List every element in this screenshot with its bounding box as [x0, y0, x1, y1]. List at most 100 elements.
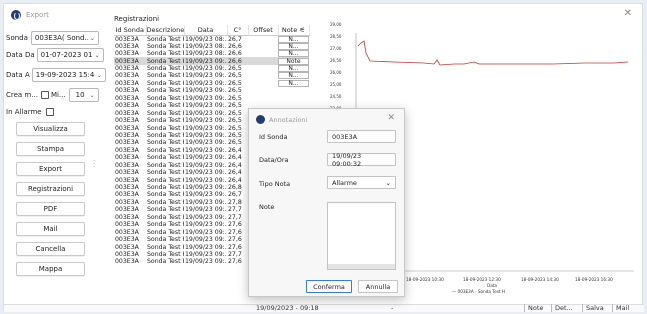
- note-button[interactable]: N...: [278, 65, 309, 73]
- cell-temp: 26,8: [228, 184, 242, 192]
- y-tick: 25,00: [330, 82, 342, 87]
- cell-descrizione: Sonda Test H: [147, 42, 184, 50]
- cell-data: 19/09/23 09:...: [185, 191, 227, 199]
- visualizza-button[interactable]: Visualizza: [16, 122, 85, 136]
- mail-status-button[interactable]: Mail: [612, 304, 629, 312]
- cell-temp: 26,7: [228, 35, 242, 43]
- cell-data: 19/09/23 09:...: [185, 243, 227, 251]
- cell-temp: 27,6: [228, 236, 242, 244]
- cell-descrizione: Sonda Test H: [147, 206, 184, 214]
- sonda-label: Sonda: [6, 34, 28, 42]
- cell-data: 19/09/23 09:...: [185, 139, 227, 147]
- cell-descrizione: Sonda Test H: [147, 117, 184, 125]
- cell-temp: 26,4: [228, 161, 242, 169]
- mappa-button[interactable]: Mappa: [16, 262, 85, 276]
- column-header-temp[interactable]: C°: [227, 25, 249, 36]
- allarme-checkbox[interactable]: [45, 108, 54, 116]
- data-ora-field[interactable]: 19/09/23 09:00:32: [327, 151, 396, 168]
- cell-id: 003E3A: [115, 94, 139, 102]
- data-da-picker[interactable]: 01-07-2023 01:00⌄: [36, 48, 104, 62]
- column-header-id[interactable]: Id Sonda: [114, 25, 147, 36]
- legend-swatch: —: [452, 289, 457, 294]
- cell-data: 19/09/23 09:...: [185, 228, 227, 236]
- cell-descrizione: Sonda Test H: [147, 50, 184, 58]
- note-button[interactable]: N...: [278, 72, 309, 80]
- data-a-picker[interactable]: 19-09-2023 15:40 ⌄: [31, 68, 106, 82]
- stampa-button[interactable]: Stampa: [16, 142, 85, 156]
- crea-checkbox[interactable]: [40, 91, 49, 99]
- cell-note: N...: [278, 72, 309, 80]
- mail-button[interactable]: Mail: [16, 222, 85, 236]
- x-tick: 18-09-2023 14:30: [521, 277, 559, 282]
- minutes-select[interactable]: 10 ⌄: [68, 88, 99, 102]
- table-row[interactable]: 003E3A Sonda Test H 19/09/23 09:... 26,6 Not…: [114, 57, 309, 65]
- table-row[interactable]: 003E3A Sonda Test H 19/09/23 09:... 26,5 N..…: [114, 79, 309, 87]
- cell-descrizione: Sonda Test H: [147, 124, 184, 132]
- cell-id: 003E3A: [115, 124, 139, 132]
- registrazioni-button[interactable]: Registrazioni: [16, 182, 85, 196]
- cell-descrizione: Sonda Test H: [147, 161, 184, 169]
- x-tick: 18-09-2023 16:30: [575, 277, 613, 282]
- cell-temp: 26,4: [228, 169, 242, 177]
- note-button[interactable]: Note: [524, 304, 543, 312]
- column-header-offset[interactable]: Offset: [248, 25, 279, 36]
- cell-temp: 27,7: [228, 213, 242, 221]
- note-button[interactable]: N...: [278, 50, 309, 58]
- annulla-button[interactable]: Annulla: [358, 280, 398, 293]
- filter-icon[interactable]: ⚟: [299, 26, 305, 34]
- cell-data: 19/09/23 08:...: [185, 50, 227, 58]
- horizontal-scrollbar[interactable]: [328, 264, 395, 269]
- column-header-note-label: Note: [281, 25, 298, 34]
- cell-id: 003E3A: [115, 228, 139, 236]
- cell-data: 19/09/23 09:...: [184, 57, 227, 65]
- app-logo-icon: [11, 10, 21, 20]
- cell-temp: 27,8: [228, 198, 242, 206]
- table-row[interactable]: 003E3A Sonda Test H 19/09/23 09:... 26,5: [114, 87, 309, 94]
- cell-temp: 26,5: [228, 72, 242, 80]
- column-header-descrizione[interactable]: Descrizione: [146, 25, 185, 36]
- cell-descrizione: Sonda Test H: [147, 35, 184, 43]
- splitter-handle[interactable]: · · ·: [93, 158, 95, 171]
- cell-id: 003E3A: [115, 243, 139, 251]
- cell-descrizione: Sonda Test H: [147, 72, 184, 80]
- table-row[interactable]: 003E3A Sonda Test H 19/09/23 08:... 26,6 N..…: [114, 50, 309, 58]
- column-header-note[interactable]: Note ⚟: [278, 25, 310, 36]
- data-ora-value: 19/09/23 09:00:32: [332, 151, 362, 168]
- close-icon[interactable]: ✕: [387, 113, 395, 123]
- table-row[interactable]: 003E3A Sonda Test H 19/09/23 09:... 26,5 N..…: [114, 65, 309, 73]
- table-row[interactable]: 003E3A Sonda Test H 19/09/23 08:... 26,6 N..…: [114, 42, 309, 50]
- cell-note: [278, 87, 309, 94]
- cell-temp: 26,7: [228, 191, 242, 199]
- note-button[interactable]: N...: [278, 42, 309, 50]
- dettagli-button[interactable]: Det...: [551, 304, 573, 312]
- y-tick: 28,50: [330, 34, 342, 39]
- tipo-nota-select[interactable]: Allarme ⌄: [327, 176, 396, 189]
- y-tick: 24,50: [330, 94, 342, 99]
- cell-note: [278, 95, 309, 102]
- cell-data: 19/09/23 09:...: [185, 198, 227, 206]
- cell-descrizione: Sonda Test H: [147, 79, 184, 87]
- note-button[interactable]: Note: [278, 57, 309, 65]
- note-button[interactable]: N...: [278, 79, 309, 87]
- sonda-select[interactable]: 003E3A( Sond... ⌄: [30, 31, 99, 45]
- cell-id: 003E3A: [115, 161, 139, 169]
- export-button[interactable]: Export: [16, 162, 85, 176]
- cancella-button[interactable]: Cancella: [16, 242, 85, 256]
- pdf-button[interactable]: PDF: [16, 202, 85, 216]
- id-sonda-field[interactable]: 003E3A: [327, 130, 396, 143]
- column-header-data[interactable]: Data: [184, 25, 228, 36]
- conferma-button[interactable]: Conferma: [306, 280, 352, 293]
- id-sonda-label: Id Sonda: [259, 133, 288, 141]
- table-row[interactable]: 003E3A Sonda Test H 19/09/23 09:... 26,5: [114, 95, 309, 102]
- note-textarea[interactable]: [327, 202, 396, 270]
- allarme-row: In Allarme: [6, 108, 54, 116]
- data-da-value: 01-07-2023 01:00: [40, 51, 93, 59]
- table-row[interactable]: 003E3A Sonda Test H 19/09/23 08:... 26,7 N..…: [114, 35, 309, 43]
- cell-temp: 27,6: [228, 221, 242, 229]
- table-row[interactable]: 003E3A Sonda Test H 19/09/23 09:... 26,5 N..…: [114, 72, 309, 80]
- cell-data: 19/09/23 09:...: [185, 94, 227, 102]
- cell-note: Note: [278, 57, 309, 65]
- salva-button[interactable]: Salva: [582, 304, 604, 312]
- note-button[interactable]: N...: [278, 35, 309, 43]
- cell-id: 003E3A: [115, 258, 139, 266]
